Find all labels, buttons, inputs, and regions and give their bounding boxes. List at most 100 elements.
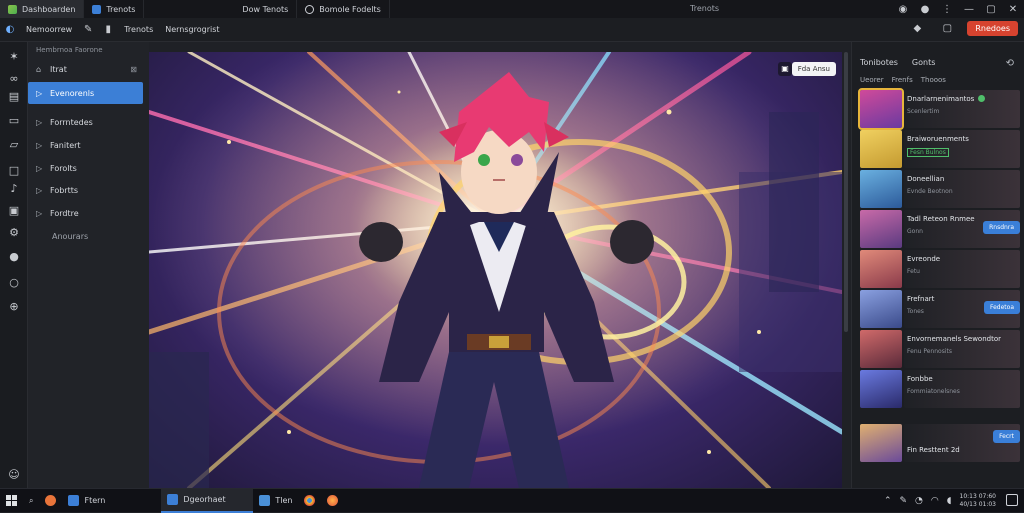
toolbar-item-nemoorrew[interactable]: Nemoorrew: [20, 25, 78, 34]
subtab-ueorer[interactable]: Ueorer: [860, 76, 884, 84]
toolbar-item-label: Nernsgrogrist: [165, 25, 220, 34]
tab-label: Trenots: [106, 4, 136, 14]
toolbar-item-label: Nemoorrew: [26, 25, 73, 34]
chevron-right-icon: ▷: [36, 88, 43, 98]
image-icon[interactable]: ▣: [778, 62, 792, 76]
avatar: [858, 88, 904, 130]
taskbar-app-tlen[interactable]: Tlen: [253, 489, 298, 513]
maximize-button[interactable]: ▢: [980, 4, 1002, 15]
user-avatar-icon[interactable]: ●: [914, 4, 936, 15]
tab-tonibotes[interactable]: Tonibotes: [860, 58, 898, 67]
select-tool-icon[interactable]: ✶: [7, 50, 21, 64]
image-canvas[interactable]: ▣ Fda Ansu: [149, 52, 842, 488]
list-item[interactable]: Fonbbe Fommiatonelsnes: [860, 370, 1020, 408]
row-action-button[interactable]: Fedetoa: [983, 301, 1020, 314]
pen-icon[interactable]: ✎: [899, 496, 907, 506]
list-item[interactable]: Braiworuenments Fesn Bulnos: [860, 130, 1020, 168]
avatar: [860, 330, 902, 368]
minimize-button[interactable]: —: [958, 4, 980, 15]
help-icon[interactable]: ☺: [7, 468, 21, 482]
canvas-scrollbar[interactable]: [844, 52, 848, 332]
search-icon: ⌕: [29, 495, 34, 505]
canvas-chip[interactable]: Fda Ansu: [791, 62, 836, 76]
sync-icon[interactable]: ⟲: [1006, 58, 1014, 69]
pen-icon[interactable]: ✎: [78, 24, 98, 35]
list-item[interactable]: Evreonde Fetu: [860, 250, 1020, 288]
chevron-up-icon[interactable]: ⌃: [884, 496, 892, 506]
sidebar-item-label: Forolts: [50, 163, 77, 173]
image-icon[interactable]: ▣: [7, 204, 21, 218]
pin-icon[interactable]: ◆: [907, 23, 927, 34]
list-item-meta: Evnde Beotnon: [907, 188, 953, 195]
taskbar-app-chrome[interactable]: [298, 489, 321, 513]
sidebar-item-fordtre[interactable]: ▷ Fordtre: [28, 202, 149, 224]
window-icon[interactable]: ▢: [937, 23, 957, 34]
sidebar-item-forrntedes[interactable]: ▷ Forrntedes: [28, 111, 149, 133]
github-icon[interactable]: ◉: [892, 4, 914, 15]
start-button[interactable]: [0, 489, 23, 513]
tab-label: Dow Tenots: [242, 4, 289, 14]
toolbar-item-nernsgrogrist[interactable]: Nernsgrogrist: [159, 25, 225, 34]
layers-icon[interactable]: ▤: [7, 90, 21, 104]
notifications-icon[interactable]: [1006, 494, 1018, 506]
app-menu-icon[interactable]: ◐: [0, 24, 20, 35]
row-action-button[interactable]: Rnsdnra: [983, 221, 1020, 234]
chat-icon[interactable]: ▱: [7, 138, 21, 152]
volume-icon[interactable]: ◖: [947, 496, 952, 506]
sidebar-item-fanitert[interactable]: ▷ Fanitert: [28, 134, 149, 156]
row-action-button[interactable]: Fecrt: [993, 430, 1020, 443]
clock[interactable]: 10:13 07:60 40/13 01:03: [960, 493, 997, 509]
clock-date: 40/13 01:03: [959, 501, 997, 508]
taskbar-app-ftern[interactable]: Ftern: [62, 489, 111, 513]
tool-rail: ✶ ∞ ▤ ▭ ▱ □ ♪ ▣ ⚙ ● ○ ⊕ ☺: [0, 42, 28, 488]
list-item[interactable]: Frefnart Tones Fedetoa: [860, 290, 1020, 328]
network-icon[interactable]: ◔: [915, 496, 923, 506]
more-icon[interactable]: ⋮: [936, 4, 958, 15]
globe-icon[interactable]: ⊕: [7, 300, 21, 314]
settings-icon[interactable]: ⚙: [7, 226, 21, 240]
browser-icon: [45, 495, 57, 506]
list-item-name: Fonbbe: [907, 375, 933, 383]
lock-icon[interactable]: ▮: [98, 24, 118, 35]
subtab-thooos[interactable]: Thooos: [921, 76, 946, 84]
taskbar-app-browser[interactable]: [39, 489, 62, 513]
search-button[interactable]: ⌕: [23, 489, 39, 513]
sidebar-item-evenorenls[interactable]: ▷ Evenorenls: [28, 82, 143, 104]
circle-icon[interactable]: ○: [7, 276, 21, 290]
wifi-icon[interactable]: ◠: [931, 496, 939, 506]
frame-icon[interactable]: □: [7, 164, 21, 178]
sidebar-item-fobrtts[interactable]: ▷ Fobrtts: [28, 179, 149, 201]
tab-trenots[interactable]: Trenots: [84, 0, 145, 18]
list-item[interactable]: Tadl Reteon Rnmee Gonn Rnsdnra: [860, 210, 1020, 248]
toolbar-item-trenots[interactable]: Trenots: [118, 25, 159, 34]
list-item[interactable]: Fin Resttent 2d Fecrt: [860, 424, 1020, 462]
list-item[interactable]: Envornemanels Sewondtor Fenu Pennosits: [860, 330, 1020, 368]
toolbar-item-label: Trenots: [124, 25, 154, 34]
tab-label: Dashboarden: [22, 4, 76, 14]
close-button[interactable]: ✕: [1002, 4, 1024, 15]
tab-gonts[interactable]: Gonts: [912, 58, 935, 67]
collapse-icon[interactable]: ⊠: [130, 65, 137, 74]
link-icon[interactable]: ∞: [7, 72, 21, 86]
right-panel: Tonibotes Gonts ⟲ Ueorer Frenfs Thooos D…: [851, 42, 1024, 488]
taskbar-app-firefox[interactable]: [321, 489, 344, 513]
sidebar-item-forolts[interactable]: ▷ Forolts: [28, 157, 149, 179]
sidebar-item-itrat[interactable]: ⌂ Itrat ⊠: [28, 58, 149, 80]
tab-dashboard[interactable]: Dashboarden: [0, 0, 85, 18]
subtab-frenfs[interactable]: Frenfs: [892, 76, 913, 84]
avatar: [860, 424, 902, 462]
list-item-meta: Gonn: [907, 228, 923, 235]
document-icon[interactable]: ▭: [7, 114, 21, 128]
share-button[interactable]: Rnedoes: [967, 21, 1018, 36]
tab-dow-tenots[interactable]: Dow Tenots: [234, 0, 298, 18]
list-item[interactable]: Dnarlarnenimantos Scenlertim: [858, 88, 1020, 130]
taskbar-app-dgeorhaet[interactable]: Dgeorhaet: [161, 488, 254, 513]
brush-icon[interactable]: ♪: [7, 182, 21, 196]
list-item[interactable]: Doneellian Evnde Beotnon: [860, 170, 1020, 208]
list-item-name: Tadl Reteon Rnmee: [907, 215, 975, 223]
app-icon: [167, 494, 179, 505]
record-icon[interactable]: ●: [7, 250, 21, 264]
sidebar-item-anourars[interactable]: Anourars: [28, 225, 149, 247]
tab-bomole[interactable]: Bomole Fodelts: [297, 0, 390, 18]
taskbar-label: Tlen: [275, 496, 293, 505]
